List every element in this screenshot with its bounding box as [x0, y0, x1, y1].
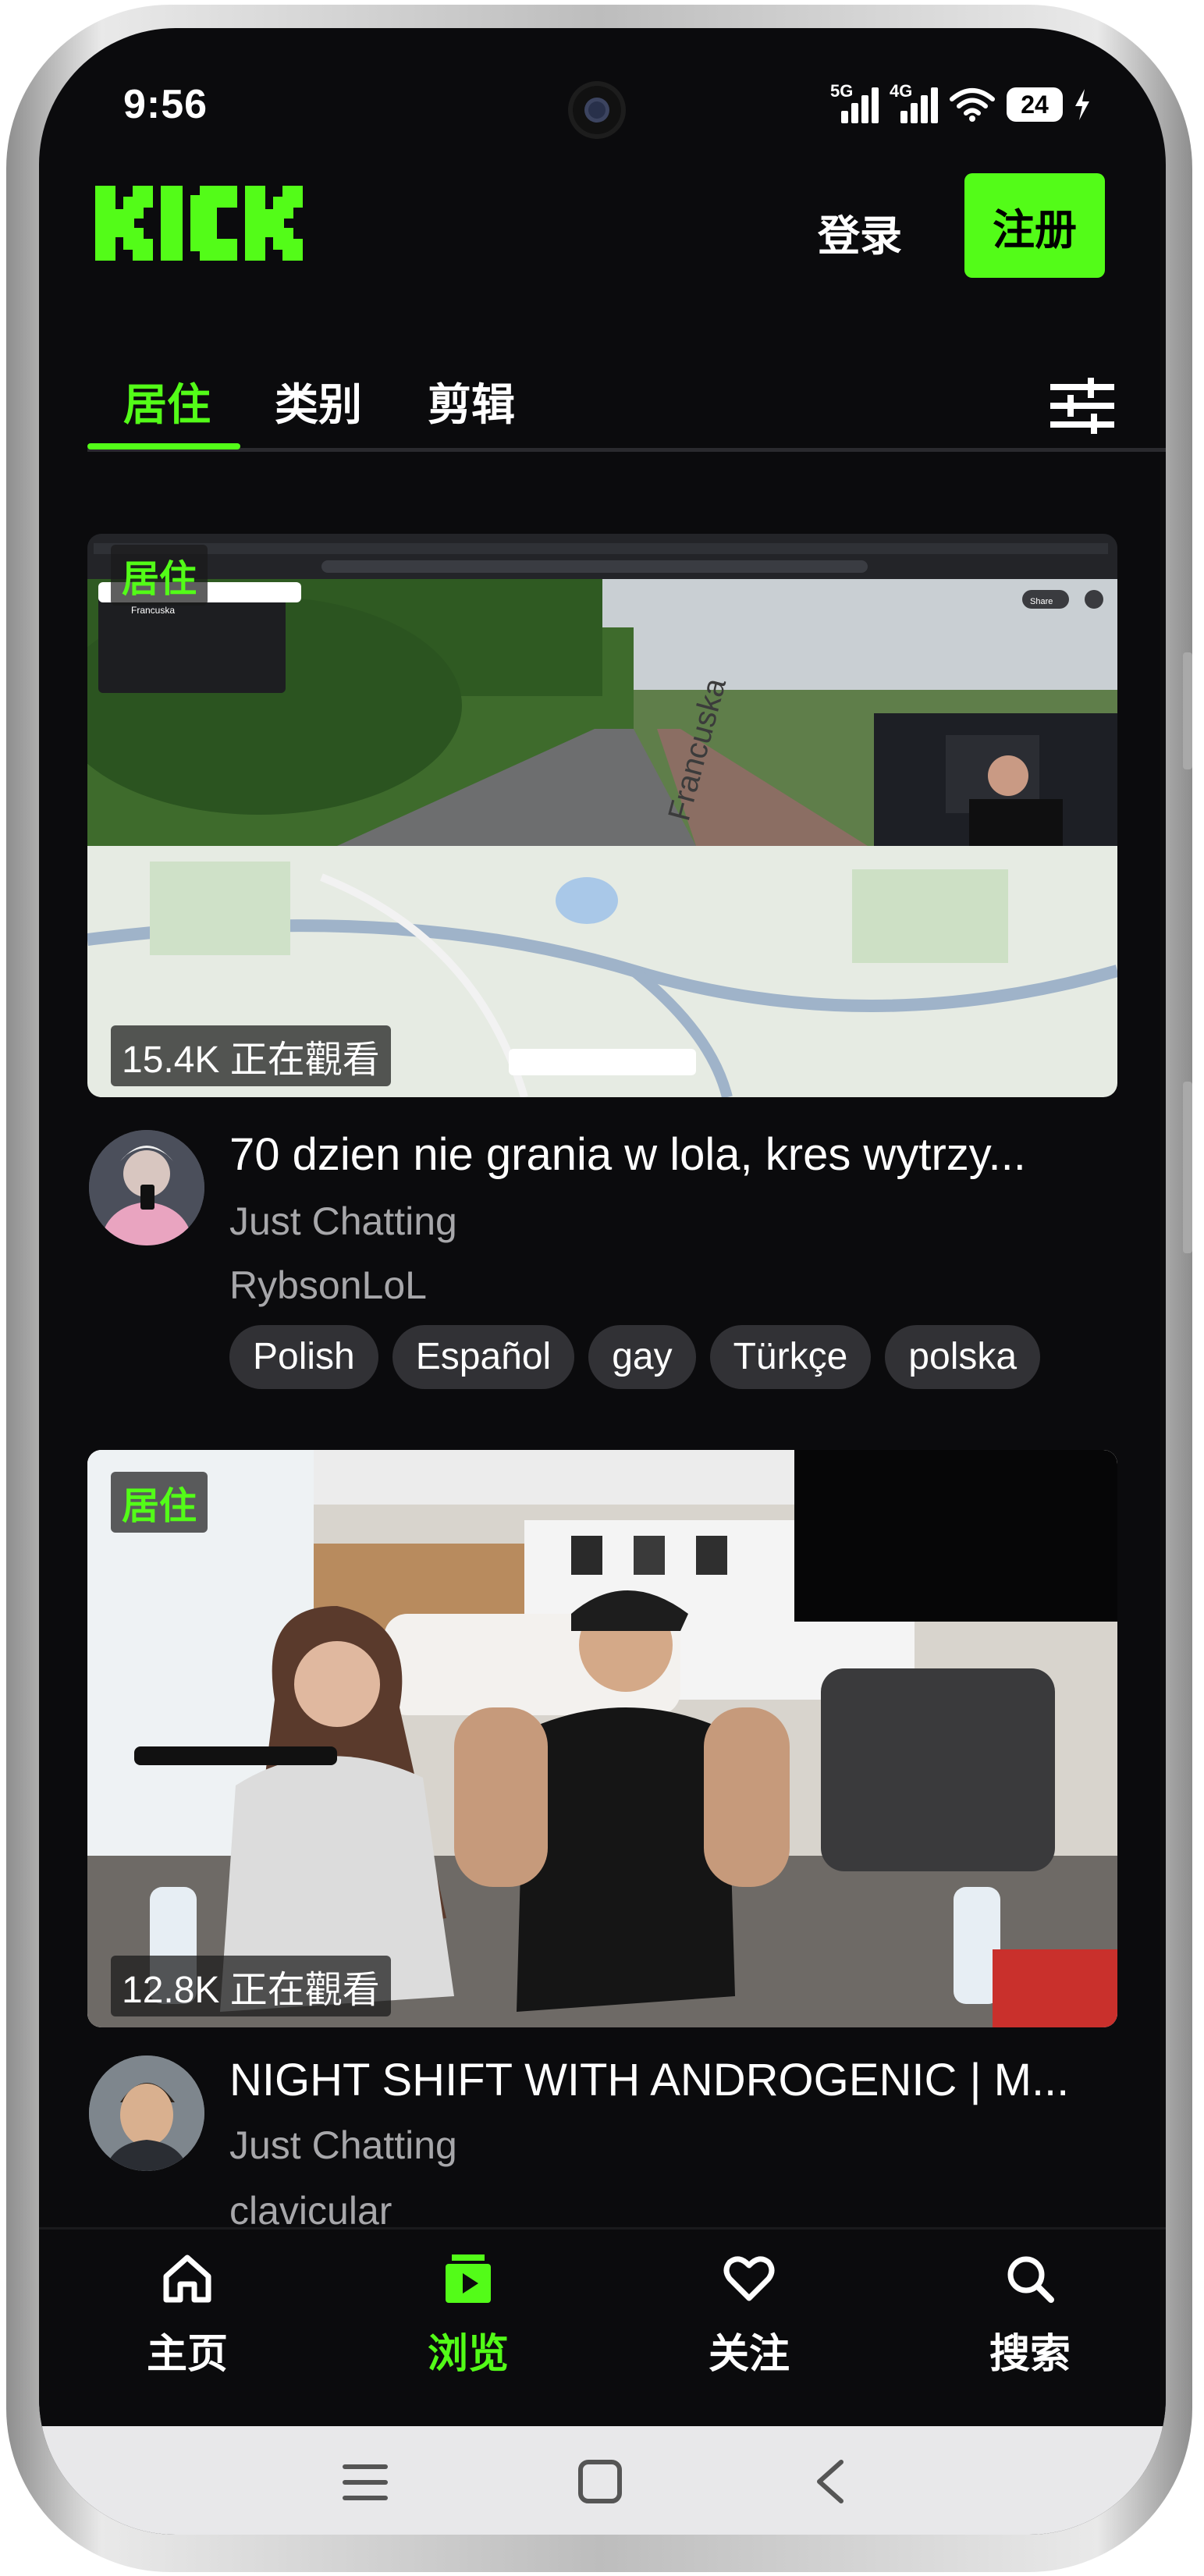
svg-text:Share: Share [1030, 597, 1053, 606]
stream-tags: Polish Español gay Türkçe polska [229, 1325, 1119, 1389]
tag-chip[interactable]: Türkçe [709, 1325, 872, 1389]
nav-search[interactable]: 搜索 [929, 2251, 1131, 2379]
register-button[interactable]: 注册 [964, 173, 1105, 278]
nav-home[interactable]: 主页 [86, 2251, 289, 2379]
browse-tabs: 居住 类别 剪辑 [39, 340, 1166, 473]
battery-indicator: 24 [1007, 87, 1063, 122]
tab-live[interactable]: 居住 [123, 370, 211, 433]
stream-title[interactable]: 70 dzien nie grania w lola, kres wytrzy.… [229, 1128, 1127, 1181]
back-icon[interactable] [812, 2457, 847, 2506]
nav-browse[interactable]: 浏览 [367, 2251, 570, 2379]
thumbnail-image: Francuska Share Francuska [87, 534, 1117, 1097]
svg-text:Francuska: Francuska [131, 605, 175, 616]
nav-following[interactable]: 关注 [648, 2251, 851, 2379]
active-tab-indicator [87, 443, 240, 449]
stream-thumbnail[interactable]: 居住 12.8K 正在觀看 [87, 1450, 1117, 2027]
tag-chip[interactable]: gay [588, 1325, 696, 1389]
stream-category[interactable]: Just Chatting [229, 2123, 457, 2168]
front-camera [573, 86, 621, 134]
signal-4g-icon: 4G [890, 81, 938, 123]
tag-chip[interactable]: polska [885, 1325, 1041, 1389]
status-bar: 9:56 5G 4G 24 [39, 28, 1166, 145]
nav-browse-label: 浏览 [427, 2332, 509, 2377]
home-icon [163, 2254, 211, 2303]
bottom-navigation: 主页 浏览 关注 搜索 [39, 2227, 1166, 2429]
search-icon [1007, 2256, 1054, 2303]
nav-home-label: 主页 [146, 2332, 228, 2377]
recent-apps-icon[interactable] [342, 2461, 389, 2504]
streamer-avatar[interactable] [89, 1130, 204, 1245]
heart-icon [723, 2256, 775, 2301]
tag-chip[interactable]: Polish [229, 1325, 378, 1389]
stream-category[interactable]: Just Chatting [229, 1199, 457, 1244]
charging-icon [1075, 89, 1089, 120]
tag-chip[interactable]: Español [392, 1325, 575, 1389]
nav-following-label: 关注 [708, 2332, 790, 2377]
browse-icon [446, 2254, 491, 2303]
system-navigation-bar [39, 2426, 1166, 2535]
live-badge: 居住 [111, 1472, 208, 1533]
viewer-count: 12.8K 正在觀看 [111, 1956, 391, 2016]
phone-frame: 9:56 5G 4G 24 登录 注册 居住 类别 剪辑 Francuska S… [6, 5, 1192, 2572]
kick-logo[interactable] [95, 186, 306, 265]
volume-button [1183, 652, 1192, 769]
login-button[interactable]: 登录 [818, 201, 902, 263]
wifi-icon [950, 88, 995, 122]
signal-5g-icon: 5G [830, 81, 879, 123]
streamer-name[interactable]: RybsonLoL [229, 1263, 427, 1308]
stream-thumbnail[interactable]: Francuska Share Francuska 居住 15.4K 正在觀看 [87, 534, 1117, 1097]
app-header: 登录 注册 [39, 169, 1166, 293]
thumbnail-image [87, 1450, 1117, 2027]
power-button [1183, 1082, 1192, 1253]
tab-categories[interactable]: 类别 [275, 370, 362, 433]
streamer-avatar[interactable] [89, 2055, 204, 2171]
live-badge: 居住 [111, 545, 208, 606]
app-screen: 9:56 5G 4G 24 登录 注册 居住 类别 剪辑 Francuska S… [39, 28, 1166, 2535]
home-button-icon[interactable] [577, 2459, 623, 2504]
stream-title[interactable]: NIGHT SHIFT WITH ANDROGENIC | M... [229, 2054, 1127, 2106]
filter-icon[interactable] [1050, 378, 1114, 434]
tabs-divider [87, 448, 1166, 452]
nav-search-label: 搜索 [989, 2332, 1071, 2377]
viewer-count: 15.4K 正在觀看 [111, 1025, 391, 1086]
tab-clips[interactable]: 剪辑 [428, 370, 515, 433]
clock: 9:56 [123, 82, 208, 127]
